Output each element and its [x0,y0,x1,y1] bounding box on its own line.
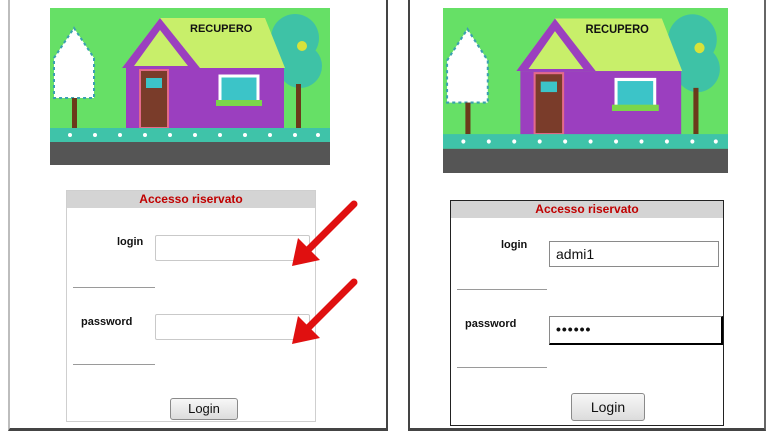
arrow-icon [292,278,358,344]
login-input[interactable] [549,241,719,267]
left-panel: RECUPERO Accesso riservato login passwor… [8,0,388,431]
login-button[interactable]: Login [571,393,645,421]
right-panel: RECUPERO Accesso riservato login passwor… [408,0,766,431]
separator [73,287,155,288]
login-label: login [501,239,528,251]
house-image: RECUPERO [50,8,330,165]
login-label: login [117,236,144,248]
password-label: password [81,316,133,328]
box-header: Accesso riservato [451,201,723,218]
password-input[interactable] [155,314,310,340]
arrow-icon [292,200,358,266]
separator [457,289,547,290]
login-button[interactable]: Login [170,398,238,420]
house-illustration: RECUPERO [443,8,728,173]
password-input[interactable]: •••••• [549,316,723,345]
sign-text: RECUPERO [190,23,253,35]
separator [457,367,547,368]
login-box: Accesso riservato login password •••••• … [450,200,724,426]
login-input[interactable] [155,235,310,261]
login-box: Accesso riservato login password Login [66,190,316,422]
sign-text: RECUPERO [586,24,650,36]
password-label: password [465,318,517,330]
house-image: RECUPERO [443,8,728,173]
separator [73,364,155,365]
house-illustration: RECUPERO [50,8,330,165]
box-header: Accesso riservato [67,191,315,208]
